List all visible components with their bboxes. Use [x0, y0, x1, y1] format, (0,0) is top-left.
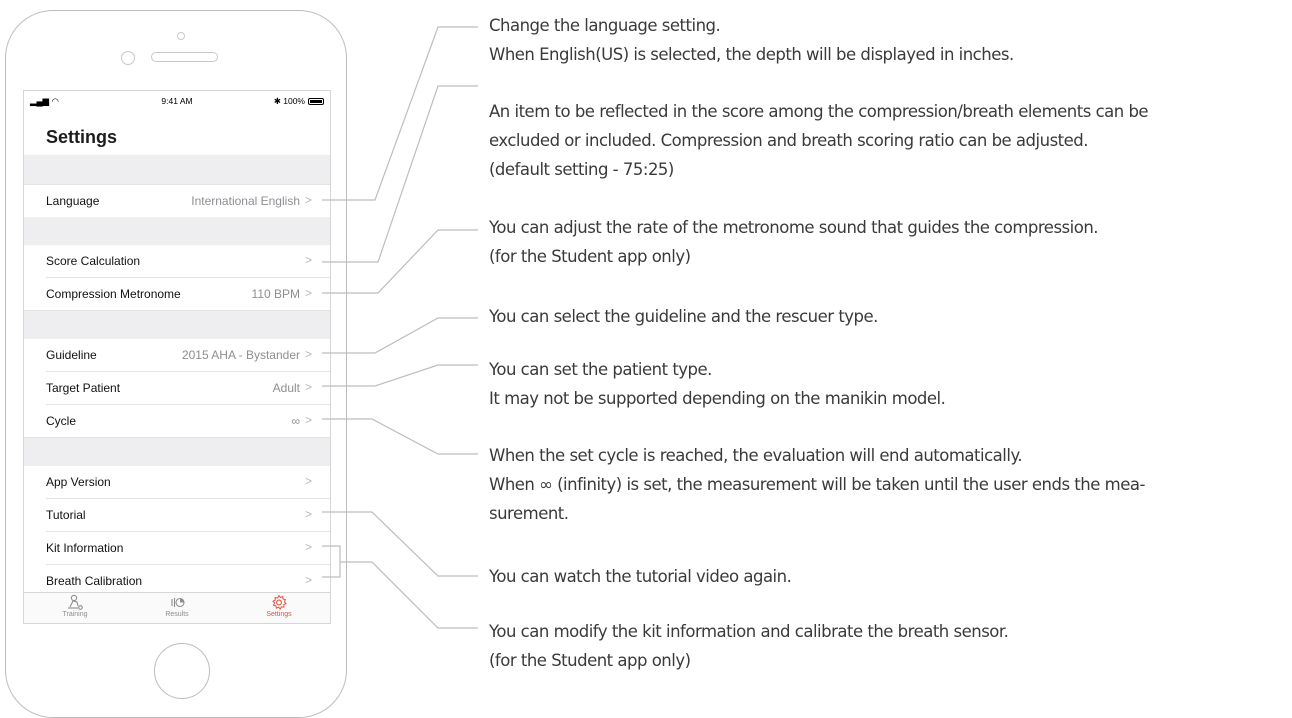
annotation-line: It may not be supported depending on the… [489, 389, 946, 408]
annotation-cycle: When the set cycle is reached, the evalu… [489, 441, 1145, 528]
annotation-language: Change the language setting. When Englis… [489, 11, 1014, 69]
annotation-line: You can modify the kit information and c… [489, 622, 1009, 641]
annotation-guideline: You can select the guideline and the res… [489, 302, 878, 331]
annotation-patient: You can set the patient type. It may not… [489, 355, 946, 413]
annotation-line: You can set the patient type. [489, 360, 712, 379]
annotation-line: When ∞ (infinity) is set, the measuremen… [489, 475, 1145, 494]
annotation-line: (for the Student app only) [489, 651, 691, 670]
annotation-line: surement. [489, 504, 569, 523]
annotation-kit-breath: You can modify the kit information and c… [489, 617, 1009, 675]
annotation-line: When the set cycle is reached, the evalu… [489, 446, 1023, 465]
annotation-line: When English(US) is selected, the depth … [489, 45, 1014, 64]
annotation-score: An item to be reflected in the score amo… [489, 97, 1149, 184]
annotation-line: An item to be reflected in the score amo… [489, 102, 1149, 121]
annotation-line: (for the Student app only) [489, 247, 691, 266]
annotation-line: excluded or included. Compression and br… [489, 131, 1089, 150]
annotation-line: Change the language setting. [489, 16, 721, 35]
annotation-line: (default setting - 75:25) [489, 160, 674, 179]
annotation-metronome: You can adjust the rate of the metronome… [489, 213, 1099, 271]
annotation-tutorial: You can watch the tutorial video again. [489, 562, 792, 591]
annotation-line: You can adjust the rate of the metronome… [489, 218, 1099, 237]
annotation-line: You can watch the tutorial video again. [489, 567, 792, 586]
annotation-line: You can select the guideline and the res… [489, 307, 878, 326]
